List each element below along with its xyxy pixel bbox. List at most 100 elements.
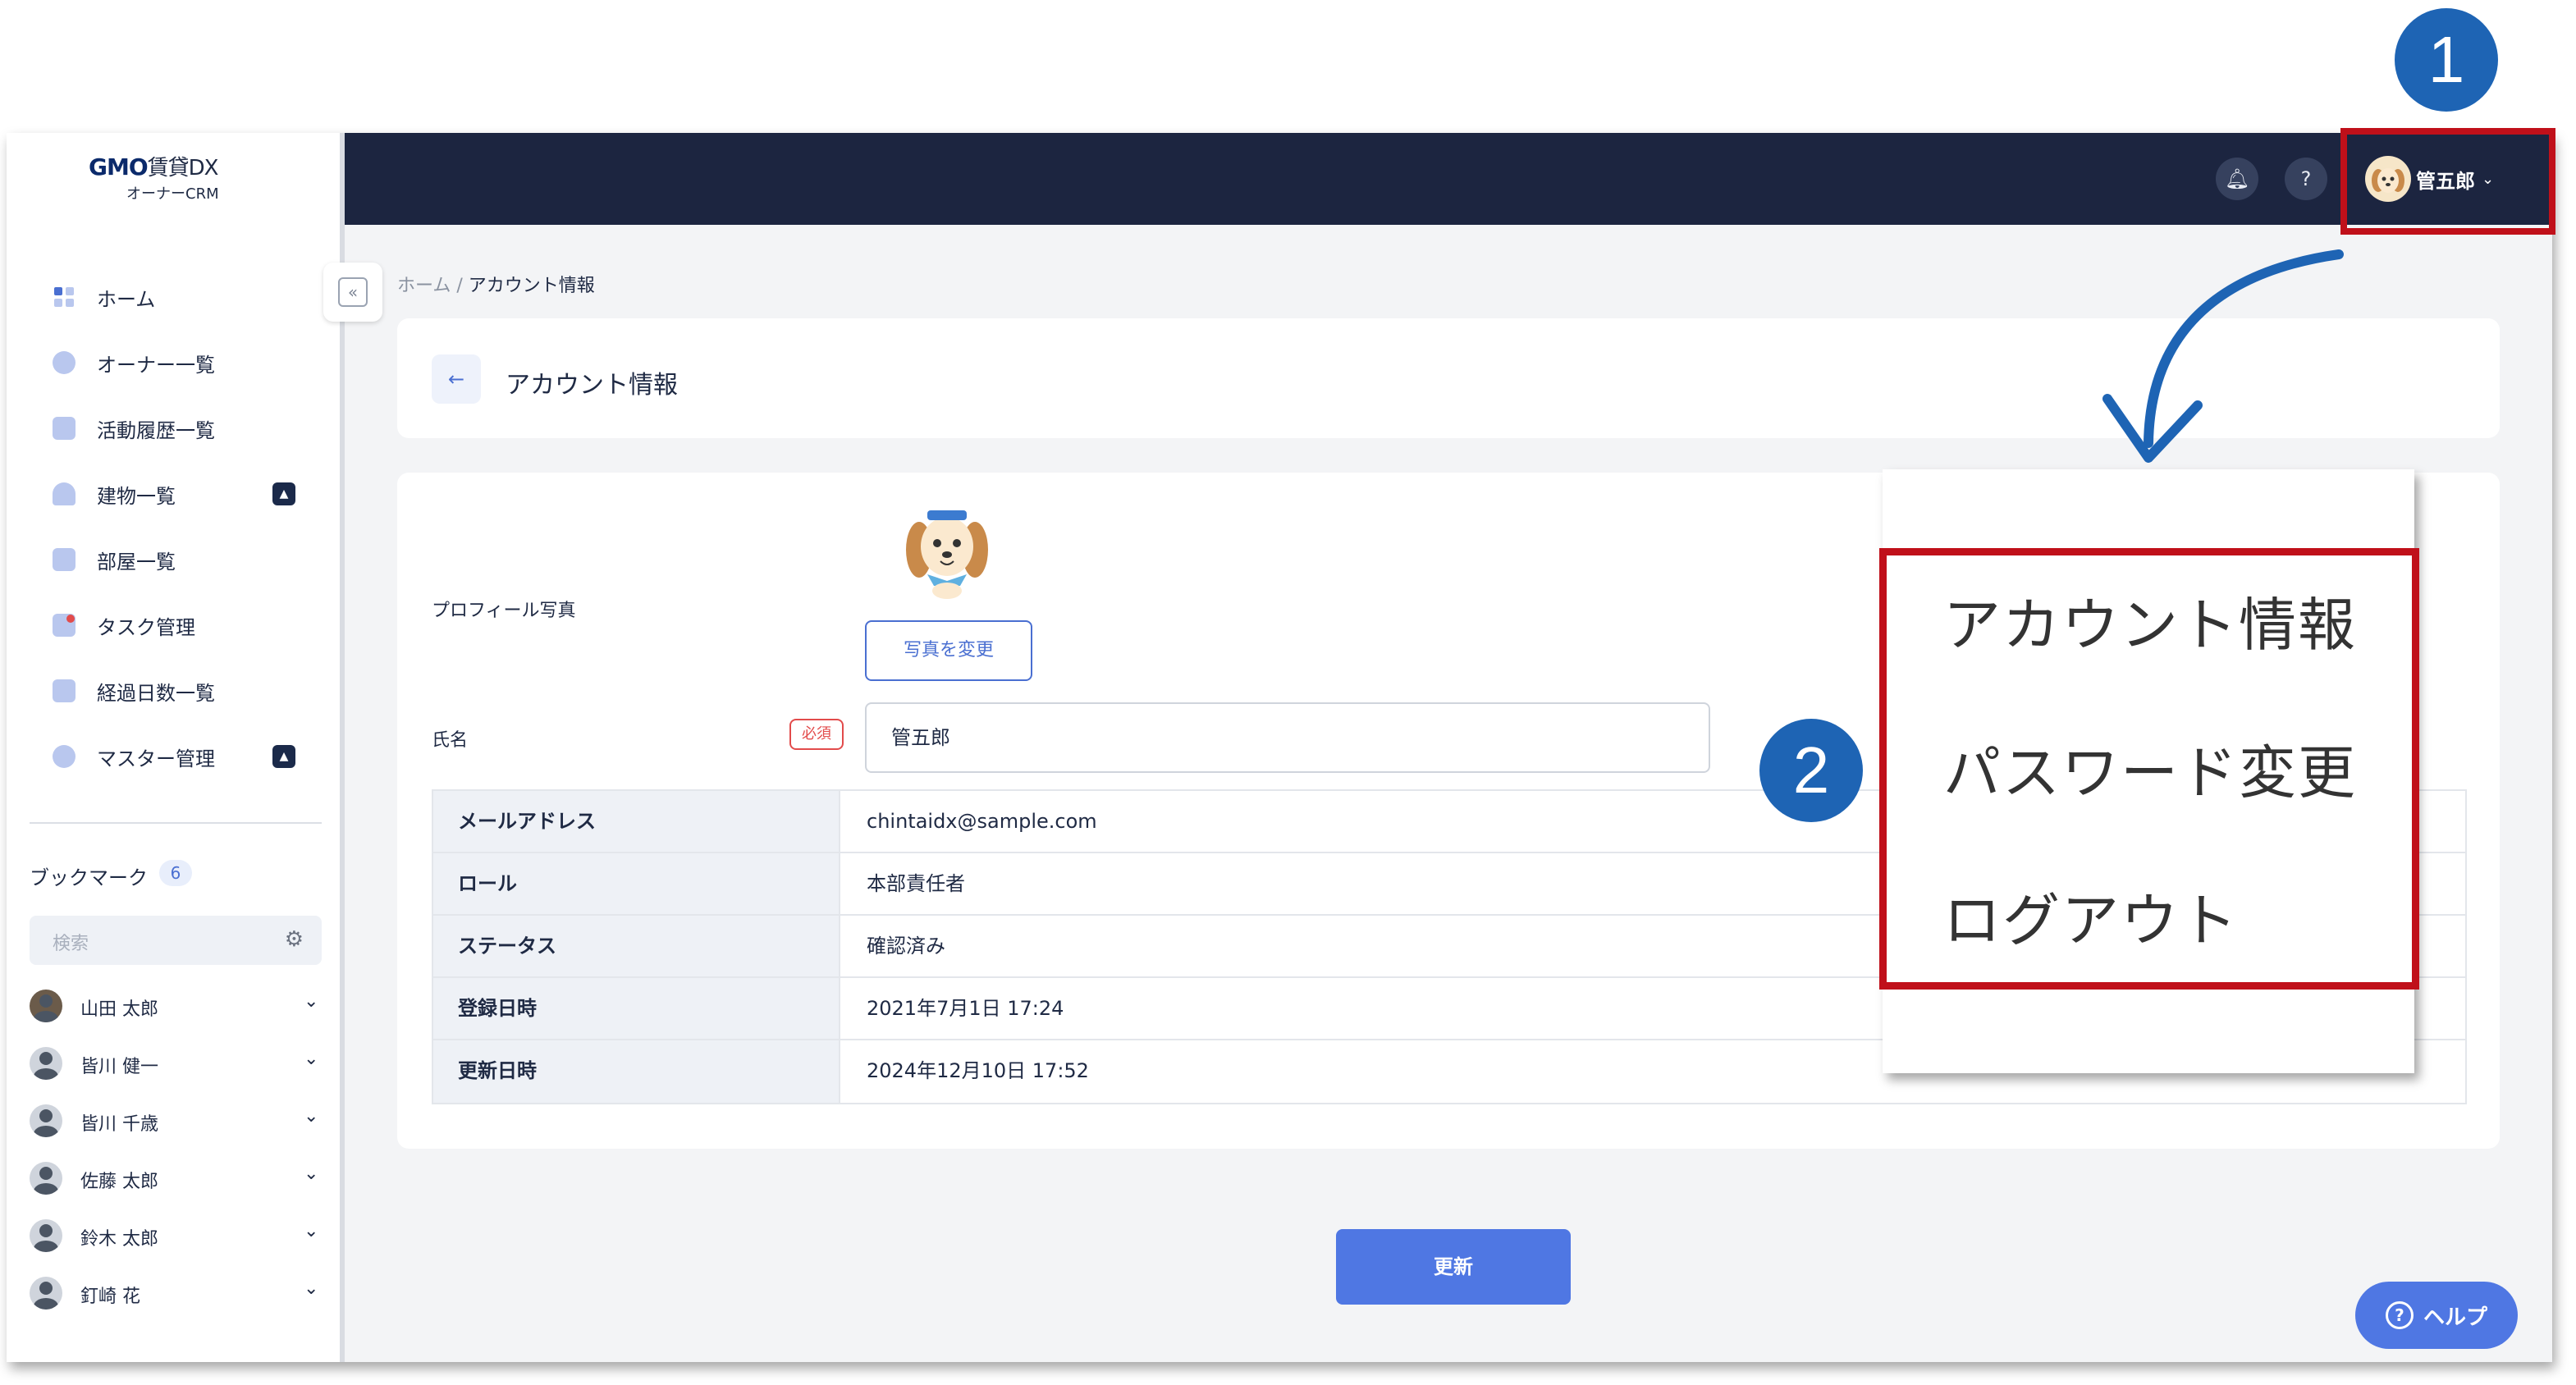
page-title: アカウント情報 (506, 371, 678, 400)
avatar (30, 990, 62, 1022)
sidebar-item-owners[interactable]: オーナー一覧 (7, 338, 335, 387)
person-icon (53, 351, 75, 374)
double-chevron-left-icon: « (338, 277, 368, 307)
row-value: 2021年7月1日 17:24 (867, 997, 1064, 1020)
collapse-sidebar-button[interactable]: « (323, 263, 382, 322)
sidebar-item-tasks[interactable]: タスク管理 (7, 601, 335, 650)
row-key: ロール (433, 853, 840, 914)
sidebar-item-master[interactable]: マスター管理 ▲ (7, 732, 335, 781)
row-key: 更新日時 (433, 1040, 840, 1103)
logo-sub: オーナーCRM (126, 185, 219, 203)
logo[interactable]: GMO賃貸DX オーナーCRM (7, 133, 345, 225)
row-key: 登録日時 (433, 978, 840, 1039)
update-button[interactable]: 更新 (1336, 1229, 1571, 1305)
filter-sliders-icon[interactable]: ⚙ (285, 927, 304, 952)
change-photo-button[interactable]: 写真を変更 (865, 620, 1032, 681)
breadcrumb-separator: / (451, 276, 469, 296)
task-icon (53, 614, 75, 637)
settings-icon (53, 745, 75, 768)
sidebar-item-label: マスター管理 (97, 747, 215, 770)
row-value: chintaidx@sample.com (867, 810, 1097, 833)
sidebar-item-label: ホーム (97, 287, 156, 311)
bookmark-name: 釘崎 花 (80, 1287, 140, 1307)
sidebar-item-label: 部屋一覧 (97, 550, 176, 574)
bookmark-count-badge: 6 (159, 860, 192, 886)
bookmark-item[interactable]: 皆川 健一 ⌄ (30, 1039, 325, 1088)
bookmark-title: ブックマーク (30, 866, 148, 889)
sidebar-divider (30, 822, 322, 824)
top-header: 🔔︎ ? 管五郎 ⌄ (345, 133, 2552, 225)
curved-arrow-icon (2102, 249, 2344, 463)
logo-product: 賃貸DX (147, 156, 219, 181)
name-label: 氏名 (432, 730, 469, 751)
bookmark-item[interactable]: 山田 太郎 ⌄ (30, 981, 325, 1031)
menu-item-account-info[interactable]: アカウント情報 (1943, 579, 2357, 662)
avatar (30, 1219, 62, 1252)
bookmark-name: 佐藤 太郎 (80, 1172, 158, 1192)
bookmark-name: 山田 太郎 (80, 999, 158, 1020)
building-icon (53, 482, 75, 505)
profile-photo-dog-mascot (906, 510, 988, 599)
bell-icon[interactable]: 🔔︎ (2216, 158, 2258, 200)
help-circle-icon[interactable]: ? (2285, 158, 2327, 200)
avatar (30, 1104, 62, 1137)
document-list-icon (53, 417, 75, 440)
bookmark-name: 皆川 千歳 (80, 1114, 158, 1135)
logo-brand: GMO賃貸DX (89, 151, 218, 181)
home-grid-icon (53, 286, 75, 309)
avatar (30, 1277, 62, 1310)
step-1-marker: 1 (2395, 8, 2498, 112)
sidebar-item-label: タスク管理 (97, 615, 195, 639)
checklist-icon (53, 679, 75, 702)
row-value: 本部責任者 (867, 872, 965, 895)
profile-photo-label: プロフィール写真 (432, 601, 576, 621)
chevron-down-icon[interactable]: ⌄ (304, 991, 318, 1012)
room-icon (53, 548, 75, 571)
back-arrow-icon[interactable]: ← (432, 354, 481, 404)
sidebar-item-home[interactable]: ホーム (7, 272, 335, 322)
user-menu-highlight (2340, 128, 2555, 235)
sidebar-item-rooms[interactable]: 部屋一覧 (7, 535, 335, 584)
bookmark-item[interactable]: 佐藤 太郎 ⌄ (30, 1154, 325, 1203)
sidebar-item-activity[interactable]: 活動履歴一覧 (7, 404, 335, 453)
logo-gmo: GMO (89, 153, 149, 181)
breadcrumb: ホーム / アカウント情報 (397, 271, 595, 297)
chevron-down-icon[interactable]: ⌄ (304, 1163, 318, 1184)
question-circle-icon: ? (2385, 1301, 2414, 1329)
sidebar-item-label: 建物一覧 (97, 484, 176, 508)
chevron-down-icon[interactable]: ⌄ (304, 1221, 318, 1241)
sidebar-item-buildings[interactable]: 建物一覧 ▲ (7, 469, 335, 519)
bookmark-item[interactable]: 皆川 千歳 ⌄ (30, 1096, 325, 1145)
avatar (30, 1047, 62, 1080)
required-badge: 必須 (789, 719, 844, 750)
chevron-down-icon[interactable]: ⌄ (304, 1278, 318, 1299)
bookmark-item[interactable]: 鈴木 太郎 ⌄ (30, 1211, 325, 1260)
help-button[interactable]: ? ヘルプ (2355, 1282, 2518, 1349)
sidebar-item-label: オーナー一覧 (97, 353, 215, 377)
chevron-down-icon[interactable]: ⌄ (304, 1106, 318, 1127)
menu-item-change-password[interactable]: パスワード変更 (1943, 727, 2357, 810)
sidebar-item-label: 活動履歴一覧 (97, 418, 215, 442)
help-label: ヘルプ (2423, 1305, 2487, 1330)
sidebar-item-label: 経過日数一覧 (97, 681, 215, 705)
bookmark-item[interactable]: 釘崎 花 ⌄ (30, 1268, 325, 1318)
bookmark-name: 皆川 健一 (80, 1057, 158, 1077)
row-value: 確認済み (867, 935, 945, 958)
row-key: メールアドレス (433, 791, 840, 852)
breadcrumb-current: アカウント情報 (468, 276, 595, 296)
row-value: 2024年12月10日 17:52 (867, 1059, 1089, 1082)
breadcrumb-home[interactable]: ホーム (397, 276, 451, 296)
sidebar: GMO賃貸DX オーナーCRM ホーム オーナー一覧 活動履歴一覧 建物一覧 ▲… (7, 133, 345, 1362)
chevron-up-icon[interactable]: ▲ (272, 745, 295, 768)
bookmark-search-input[interactable]: 検索 ⚙ (30, 916, 322, 965)
chevron-down-icon[interactable]: ⌄ (304, 1049, 318, 1069)
chevron-up-icon[interactable]: ▲ (272, 482, 295, 505)
sidebar-item-elapsed-days[interactable]: 経過日数一覧 (7, 666, 335, 715)
name-input[interactable]: 管五郎 (865, 702, 1710, 773)
avatar (30, 1162, 62, 1195)
menu-item-logout[interactable]: ログアウト (1943, 875, 2239, 958)
row-key: ステータス (433, 916, 840, 976)
bookmark-search-placeholder: 検索 (53, 934, 89, 954)
bookmark-name: 鈴木 太郎 (80, 1229, 158, 1250)
step-2-marker: 2 (1759, 719, 1863, 822)
